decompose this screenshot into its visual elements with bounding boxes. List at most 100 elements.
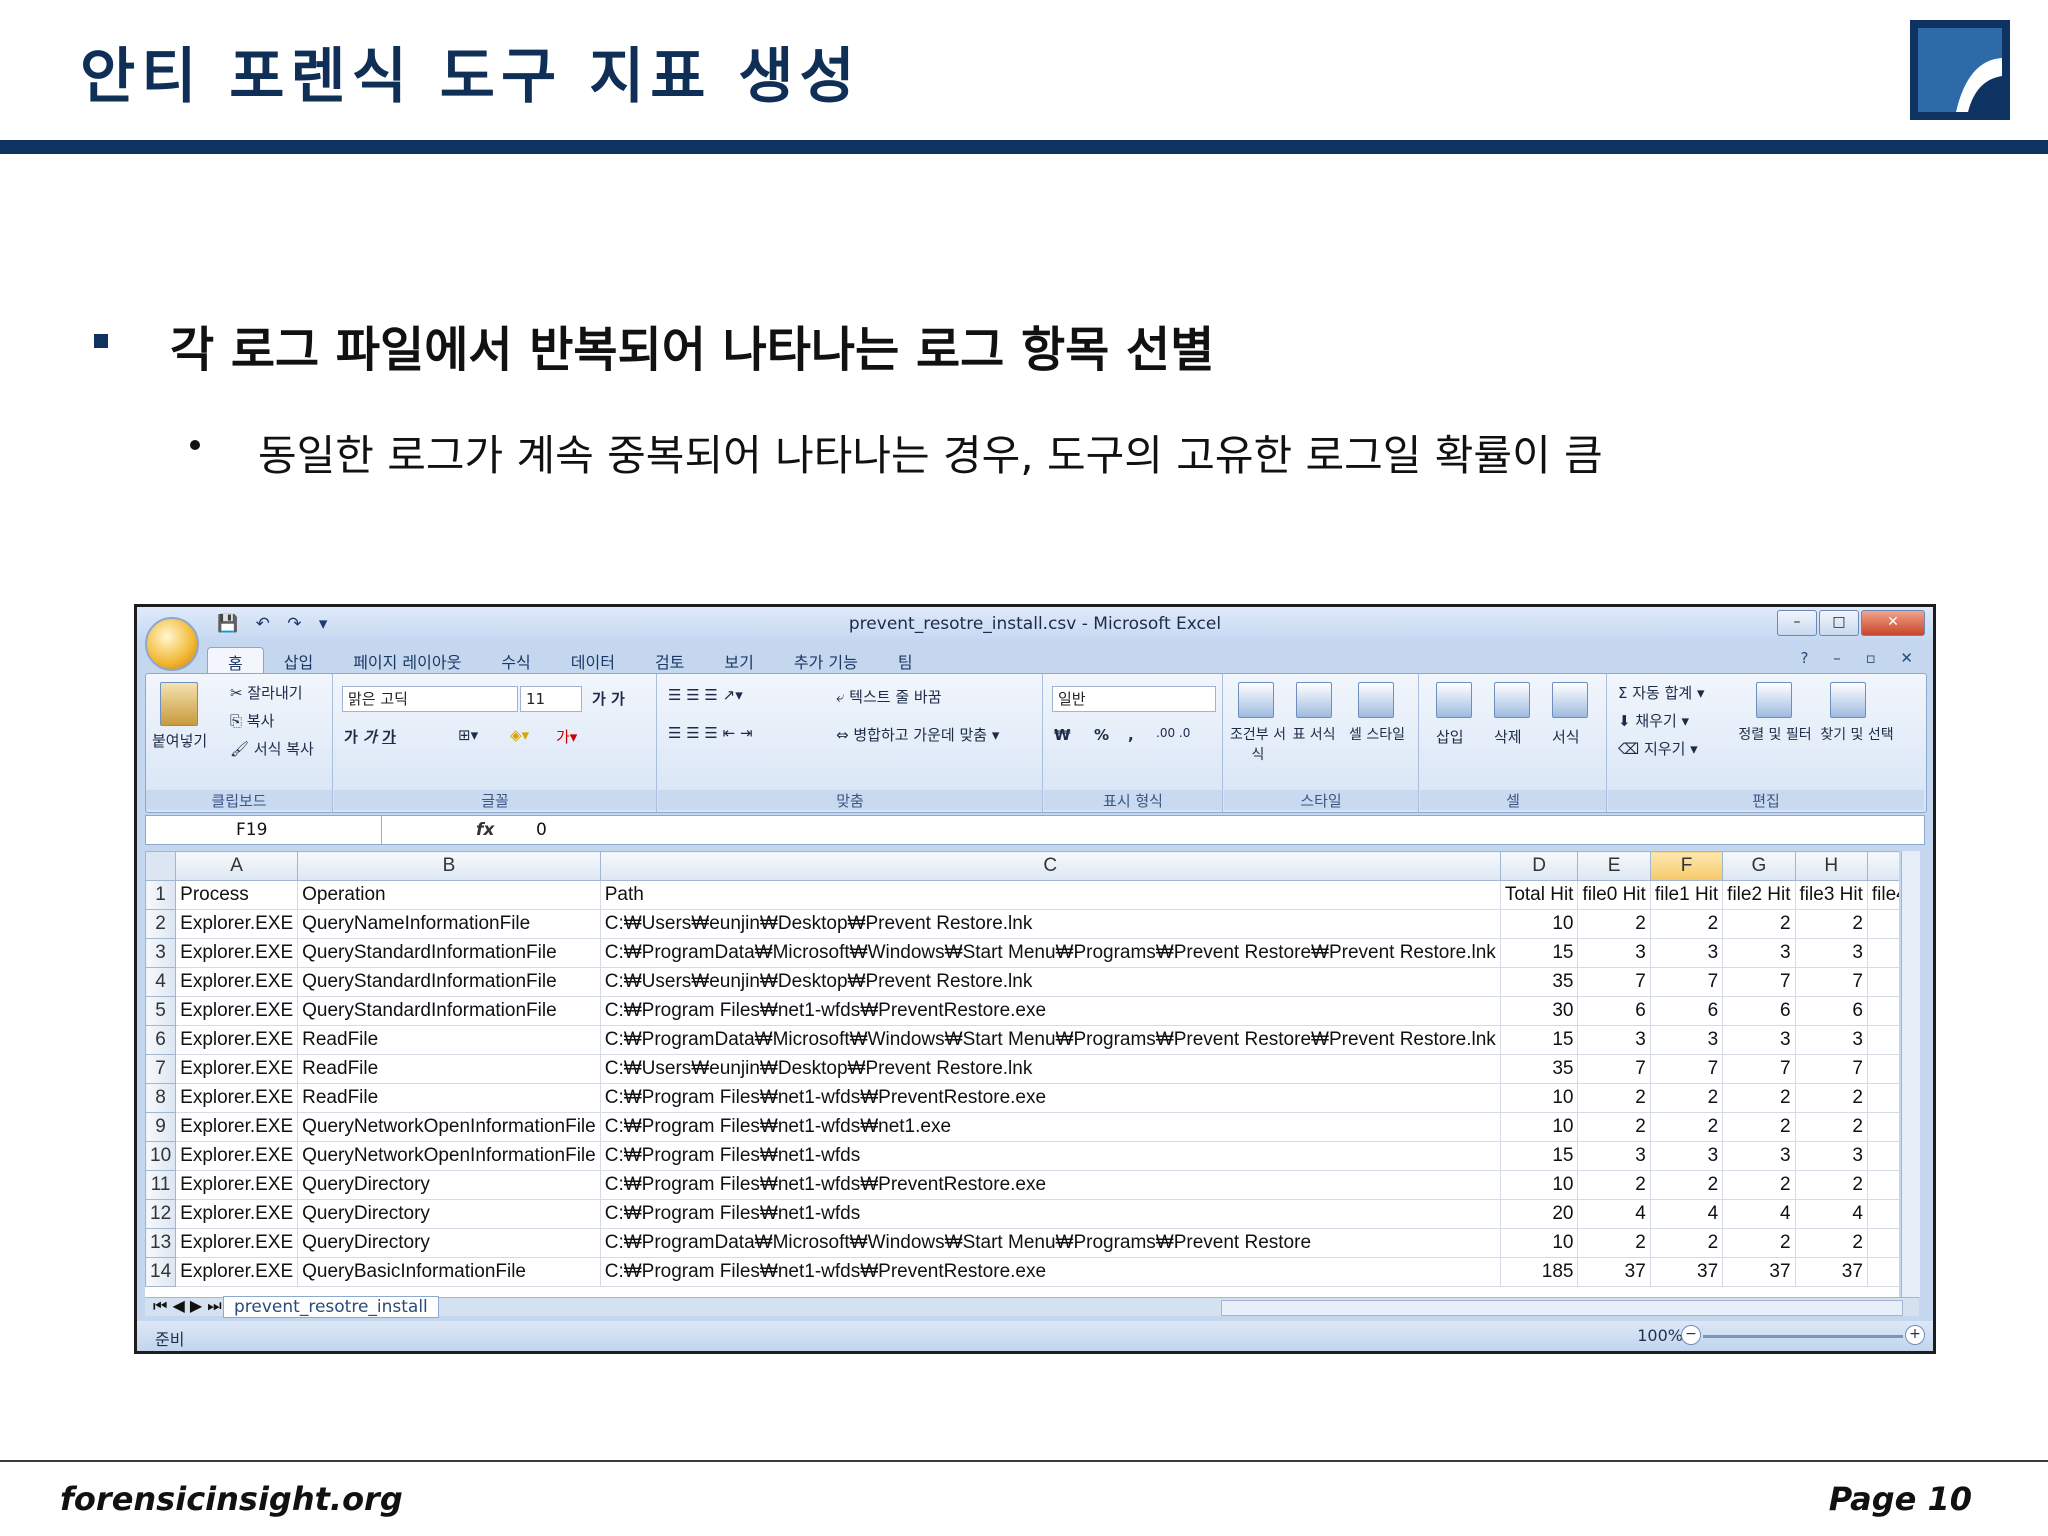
formula-input[interactable]: 0 [536, 816, 547, 844]
find-select-button[interactable]: 찾기 및 선택 [1818, 724, 1896, 744]
cell[interactable]: 3 [1866, 1141, 1899, 1171]
vertical-scrollbar[interactable] [1901, 851, 1920, 1297]
cell[interactable]: Path [599, 880, 1501, 910]
cell[interactable]: 7 [1577, 1054, 1651, 1084]
cell[interactable]: file3 Hit [1794, 880, 1868, 910]
row-header[interactable]: 7 [145, 1054, 177, 1084]
cell[interactable]: file1 Hit [1649, 880, 1724, 910]
table-format-icon[interactable] [1296, 682, 1332, 718]
halign-icons[interactable]: ☰ ☰ ☰ ⇤ ⇥ [668, 724, 753, 742]
name-box[interactable]: F19 [146, 816, 382, 844]
cell[interactable]: 2 [1649, 909, 1724, 939]
cell[interactable]: 37 [1577, 1257, 1651, 1287]
ribbon-tab[interactable]: 데이터 [551, 647, 635, 673]
cell[interactable]: C:₩Program Files₩net1-wfds₩net1.exe [599, 1112, 1501, 1142]
bold-italic-underline-buttons[interactable]: 가 가 가 [344, 726, 396, 747]
cell[interactable]: 4 [1794, 1199, 1868, 1229]
cell[interactable]: 10 [1499, 1228, 1579, 1258]
cell[interactable]: 3 [1649, 1025, 1724, 1055]
merge-center-button[interactable]: ⇔ 병합하고 가운데 맞춤 ▾ [836, 724, 999, 745]
cell[interactable]: Process [175, 880, 299, 910]
cell[interactable]: 3 [1649, 938, 1724, 968]
cell[interactable]: 4 [1866, 1199, 1899, 1229]
cell[interactable]: Explorer.EXE [175, 1083, 299, 1113]
sort-filter-button[interactable]: 정렬 및 필터 [1736, 724, 1814, 744]
cell[interactable]: Operation [297, 880, 601, 910]
cell[interactable]: 3 [1722, 938, 1796, 968]
copy-button[interactable]: ⎘ 복사 [230, 710, 274, 731]
row-header[interactable]: 1 [145, 880, 177, 910]
row-header[interactable]: 2 [145, 909, 177, 939]
cell[interactable]: 3 [1577, 1141, 1651, 1171]
cell[interactable]: C:₩Users₩eunjin₩Desktop₩Prevent Restore.… [599, 1054, 1501, 1084]
cell[interactable]: Total Hit [1499, 880, 1579, 910]
cell[interactable]: 7 [1866, 1054, 1899, 1084]
cell[interactable]: 3 [1577, 1025, 1651, 1055]
column-header[interactable]: I [1866, 851, 1899, 881]
comma-button[interactable]: , [1128, 726, 1134, 744]
cell[interactable]: 3 [1794, 1141, 1868, 1171]
cell[interactable]: Explorer.EXE [175, 996, 299, 1026]
cell[interactable]: Explorer.EXE [175, 1257, 299, 1287]
column-header[interactable]: D [1499, 851, 1579, 881]
cell[interactable]: 15 [1499, 1141, 1579, 1171]
cell[interactable]: 37 [1866, 1257, 1899, 1287]
cell[interactable]: 6 [1577, 996, 1651, 1026]
cell[interactable]: Explorer.EXE [175, 967, 299, 997]
row-header[interactable]: 3 [145, 938, 177, 968]
cell[interactable]: 3 [1722, 1141, 1796, 1171]
ribbon-tab[interactable]: 팀 [878, 647, 933, 673]
sheet-tab[interactable]: prevent_resotre_install [223, 1296, 439, 1318]
cell[interactable]: 35 [1499, 967, 1579, 997]
cell[interactable]: 3 [1794, 938, 1868, 968]
maximize-icon[interactable]: □ [1819, 610, 1859, 636]
cell[interactable]: 10 [1499, 1112, 1579, 1142]
delete-cells-icon[interactable] [1494, 682, 1530, 718]
cell[interactable]: C:₩ProgramData₩Microsoft₩Windows₩Start M… [599, 1228, 1501, 1258]
ribbon-tab[interactable]: 추가 기능 [774, 647, 878, 673]
cell[interactable]: C:₩ProgramData₩Microsoft₩Windows₩Start M… [599, 938, 1501, 968]
format-button[interactable]: 서식 [1552, 726, 1580, 747]
cell[interactable]: 15 [1499, 938, 1579, 968]
cell[interactable]: 3 [1577, 938, 1651, 968]
cell[interactable]: ReadFile [297, 1025, 601, 1055]
ribbon-tab[interactable]: 검토 [635, 647, 704, 673]
close-icon[interactable]: ✕ [1861, 610, 1925, 636]
cell[interactable]: 15 [1499, 1025, 1579, 1055]
sheet-nav-icons[interactable]: ⏮ ◀ ▶ ⏭ [153, 1296, 222, 1316]
cell[interactable]: 2 [1649, 1170, 1724, 1200]
cell[interactable]: 35 [1499, 1054, 1579, 1084]
conditional-format-icon[interactable] [1238, 682, 1274, 718]
cell[interactable]: 2 [1649, 1228, 1724, 1258]
cell[interactable]: 2 [1722, 1228, 1796, 1258]
cell[interactable]: QueryStandardInformationFile [297, 996, 601, 1026]
column-header[interactable]: F [1649, 851, 1724, 881]
cell[interactable]: Explorer.EXE [175, 1141, 299, 1171]
horizontal-scrollbar[interactable] [1221, 1300, 1903, 1316]
cell-style-icon[interactable] [1358, 682, 1394, 718]
ribbon-tab[interactable]: 페이지 레이아웃 [333, 647, 481, 673]
fill-button[interactable]: ⬇ 채우기 ▾ [1618, 710, 1689, 731]
row-header[interactable]: 6 [145, 1025, 177, 1055]
cell[interactable]: 7 [1794, 967, 1868, 997]
delete-button[interactable]: 삭제 [1494, 726, 1522, 747]
cell[interactable]: QueryNetworkOpenInformationFile [297, 1112, 601, 1142]
cell[interactable]: 3 [1866, 1025, 1899, 1055]
ribbon-window-controls[interactable]: ? – ▫ ✕ [1801, 649, 1924, 667]
office-button[interactable] [145, 617, 199, 671]
cell[interactable]: Explorer.EXE [175, 909, 299, 939]
decimal-icons[interactable]: .00 .0 [1156, 726, 1190, 740]
column-header[interactable]: E [1577, 851, 1651, 881]
column-header[interactable]: H [1794, 851, 1868, 881]
cell[interactable]: 2 [1794, 1228, 1868, 1258]
cell[interactable]: C:₩Program Files₩net1-wfds [599, 1141, 1501, 1171]
cell[interactable]: 7 [1577, 967, 1651, 997]
table-format-button[interactable]: 표 서식 [1290, 724, 1338, 744]
cell[interactable]: 10 [1499, 909, 1579, 939]
autosum-button[interactable]: Σ 자동 합계 ▾ [1618, 682, 1705, 703]
cell[interactable]: C:₩Users₩eunjin₩Desktop₩Prevent Restore.… [599, 967, 1501, 997]
cell[interactable]: 2 [1577, 1112, 1651, 1142]
row-header[interactable]: 14 [145, 1257, 177, 1287]
percent-button[interactable]: % [1094, 726, 1109, 744]
cell[interactable]: 7 [1722, 1054, 1796, 1084]
